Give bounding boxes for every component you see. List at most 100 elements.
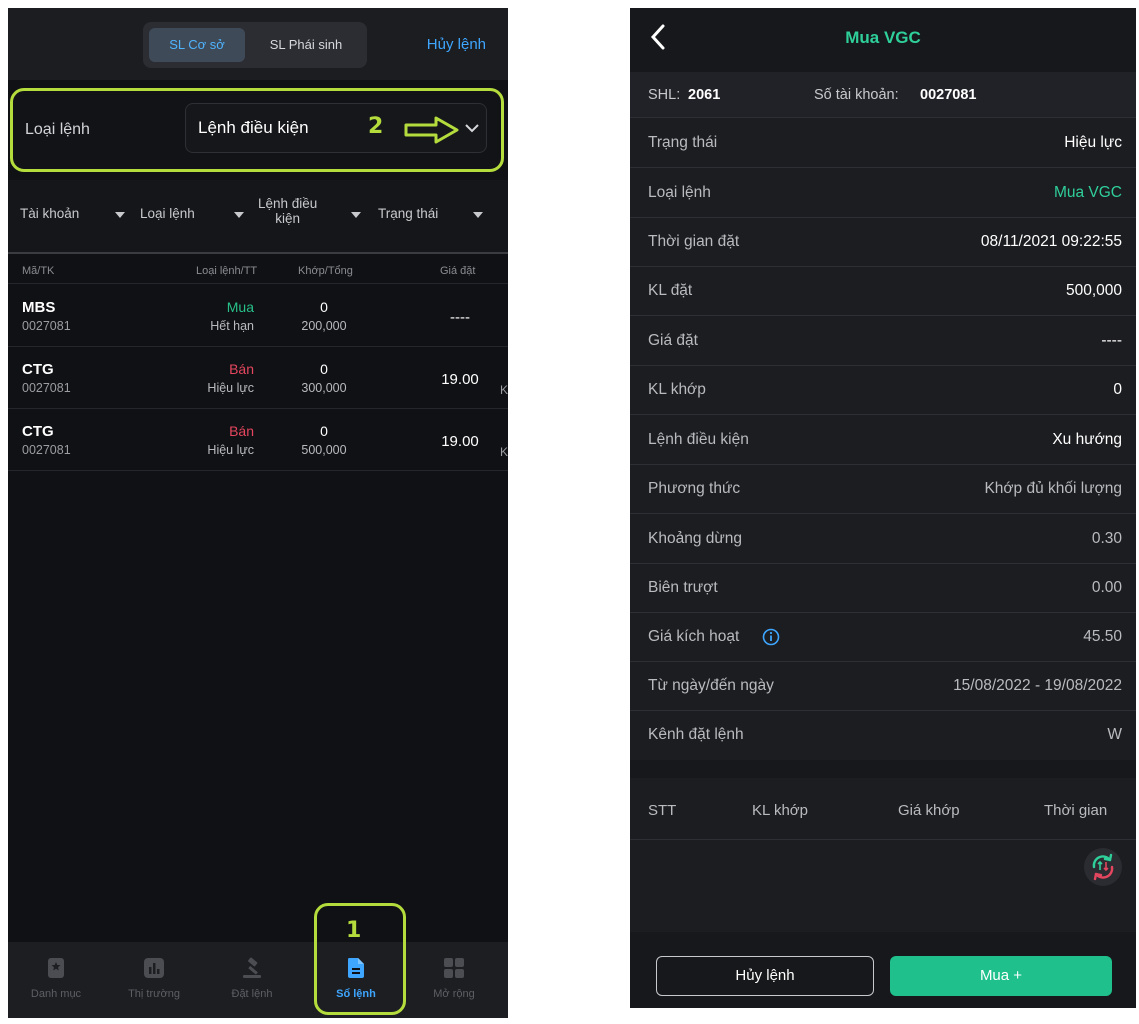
- row-side: Bán: [229, 361, 254, 377]
- tab-label: Thị trường: [128, 988, 180, 1000]
- section-divider: [630, 760, 1136, 778]
- filter-condition[interactable]: Lệnh điều kiện: [258, 196, 317, 226]
- order-book-screen: SL Cơ sở SL Phái sinh Hủy lệnh Loại lệnh…: [8, 8, 508, 1018]
- tab-place-order[interactable]: Đặt lệnh: [204, 956, 300, 1000]
- detail-value: 15/08/2022 - 19/08/2022: [953, 677, 1122, 694]
- info-icon[interactable]: [762, 628, 780, 646]
- row-price: ----: [450, 309, 470, 326]
- cancel-order-button[interactable]: Hủy lệnh: [656, 956, 874, 996]
- detail-label: Lệnh điều kiện: [648, 431, 749, 448]
- shl-value: 2061: [688, 87, 721, 103]
- action-bar: Hủy lệnh Mua +: [630, 932, 1136, 1008]
- detail-value: Xu hướng: [1052, 431, 1122, 448]
- detail-value: 500,000: [1065, 282, 1122, 299]
- detail-label: KL đặt: [648, 282, 693, 299]
- order-type-highlight: Loại lệnh Lệnh điều kiện 2: [10, 88, 504, 172]
- detail-row: Biên trượt 0.00: [630, 564, 1136, 613]
- filter-condition-line2: kiện: [275, 211, 301, 226]
- page-title: Mua VGC: [845, 28, 921, 47]
- detail-value: 0.00: [1091, 579, 1122, 596]
- row-price: 19.00: [441, 371, 479, 388]
- chart-icon: [144, 958, 164, 978]
- detail-value: W: [1107, 726, 1122, 743]
- account-label: Số tài khoản:: [814, 87, 899, 103]
- detail-row: KL đặt 500,000: [630, 267, 1136, 316]
- refresh-button[interactable]: [1084, 848, 1122, 886]
- detail-value: 0.30: [1091, 530, 1122, 547]
- detail-row: Giá đặt ----: [630, 317, 1136, 366]
- detail-row: Trạng thái Hiệu lực: [630, 119, 1136, 168]
- tab-portfolio[interactable]: Danh mục: [8, 956, 104, 1000]
- caret-down-icon: [115, 212, 125, 218]
- detail-row: KL khớp 0: [630, 366, 1136, 415]
- detail-value: Mua VGC: [1053, 184, 1122, 201]
- detail-value: Hiệu lực: [1064, 134, 1122, 151]
- detail-value: 45.50: [1083, 628, 1122, 645]
- table-row[interactable]: CTG 0027081 Bán Hiệu lực 0 300,000 19.00…: [8, 347, 508, 409]
- detail-row: Lệnh điều kiện Xu hướng: [630, 416, 1136, 465]
- row-matched: 0: [320, 423, 328, 439]
- row-symbol: MBS: [22, 299, 56, 316]
- tab-market[interactable]: Thị trường: [106, 956, 202, 1000]
- match-table-header: STT KL khớp Giá khớp Thời gian: [630, 778, 1136, 840]
- detail-row: Loại lệnh Mua VGC: [630, 169, 1136, 218]
- row-side: Mua: [226, 299, 254, 315]
- row-matched: 0: [320, 299, 328, 315]
- col-matched-total: Khớp/Tổng: [298, 265, 353, 277]
- detail-label: Biên trượt: [648, 579, 718, 596]
- order-book-tab-highlight: [314, 903, 406, 1015]
- detail-row: Từ ngày/đến ngày 15/08/2022 - 19/08/2022: [630, 662, 1136, 711]
- table-row[interactable]: MBS 0027081 Mua Hết hạn 0 200,000 ----: [8, 285, 508, 347]
- detail-row: Giá kích hoạt 45.50: [630, 613, 1136, 662]
- detail-value: Khớp đủ khối lượng: [984, 480, 1122, 497]
- detail-label: Phương thức: [648, 480, 741, 497]
- row-side: Bán: [229, 423, 254, 439]
- col-symbol: Mã/TK: [22, 265, 55, 277]
- row-account: 0027081: [22, 381, 71, 395]
- tab-more[interactable]: Mở rộng: [406, 956, 502, 1000]
- segment-underlying[interactable]: SL Cơ sở: [149, 28, 245, 62]
- tab-label: Mở rộng: [433, 988, 475, 1000]
- detail-value: 08/11/2021 09:22:55: [980, 233, 1122, 250]
- caret-down-icon: [351, 212, 361, 218]
- gavel-icon: [243, 957, 261, 978]
- row-price: 19.00: [441, 433, 479, 450]
- detail-label: Trạng thái: [648, 134, 718, 151]
- caret-down-icon: [234, 212, 244, 218]
- row-status: Hiệu lực: [207, 443, 254, 457]
- order-detail-screen: Mua VGC SHL: 2061 Số tài khoản: 0027081 …: [630, 8, 1136, 1008]
- filter-status[interactable]: Trạng thái: [378, 206, 438, 221]
- row-matched: 0: [320, 361, 328, 377]
- shl-label: SHL:: [648, 87, 681, 103]
- segment-derivatives[interactable]: SL Phái sinh: [251, 28, 361, 62]
- filter-condition-line1: Lệnh điều: [258, 196, 318, 211]
- row-account: 0027081: [22, 319, 71, 333]
- step-2-label: 2: [368, 114, 384, 139]
- detail-label: Giá kích hoạt: [648, 628, 740, 645]
- buy-more-button[interactable]: Mua +: [890, 956, 1112, 996]
- tab-label: Đặt lệnh: [231, 988, 273, 1000]
- col-matched-price: Giá khớp: [898, 802, 960, 819]
- col-type-status: Loại lệnh/TT: [196, 265, 258, 277]
- table-row[interactable]: CTG 0027081 Bán Hiệu lực 0 500,000 19.00…: [8, 409, 508, 471]
- detail-label: Thời gian đặt: [648, 233, 740, 250]
- filter-account[interactable]: Tài khoản: [20, 206, 79, 221]
- order-type-dropdown[interactable]: Lệnh điều kiện 2: [185, 103, 487, 153]
- row-total: 300,000: [301, 381, 347, 395]
- row-total: 200,000: [301, 319, 347, 333]
- detail-row: Phương thức Khớp đủ khối lượng: [630, 465, 1136, 514]
- col-matched-time: Thời gian: [1044, 802, 1108, 819]
- detail-label: Giá đặt: [648, 332, 698, 349]
- cancel-order-link[interactable]: Hủy lệnh: [427, 36, 486, 53]
- row-symbol: CTG: [22, 361, 54, 378]
- detail-row: Khoảng dừng 0.30: [630, 515, 1136, 564]
- row-overflow-text: K: [500, 383, 508, 397]
- bookmark-icon: [48, 958, 64, 978]
- col-stt: STT: [648, 802, 677, 819]
- col-price: Giá đặt: [440, 265, 476, 277]
- detail-label: Kênh đặt lệnh: [648, 726, 744, 743]
- row-symbol: CTG: [22, 423, 54, 440]
- filter-order-type[interactable]: Loại lệnh: [140, 206, 195, 221]
- col-matched-volume: KL khớp: [752, 802, 808, 819]
- market-segment-control: SL Cơ sở SL Phái sinh: [143, 22, 367, 68]
